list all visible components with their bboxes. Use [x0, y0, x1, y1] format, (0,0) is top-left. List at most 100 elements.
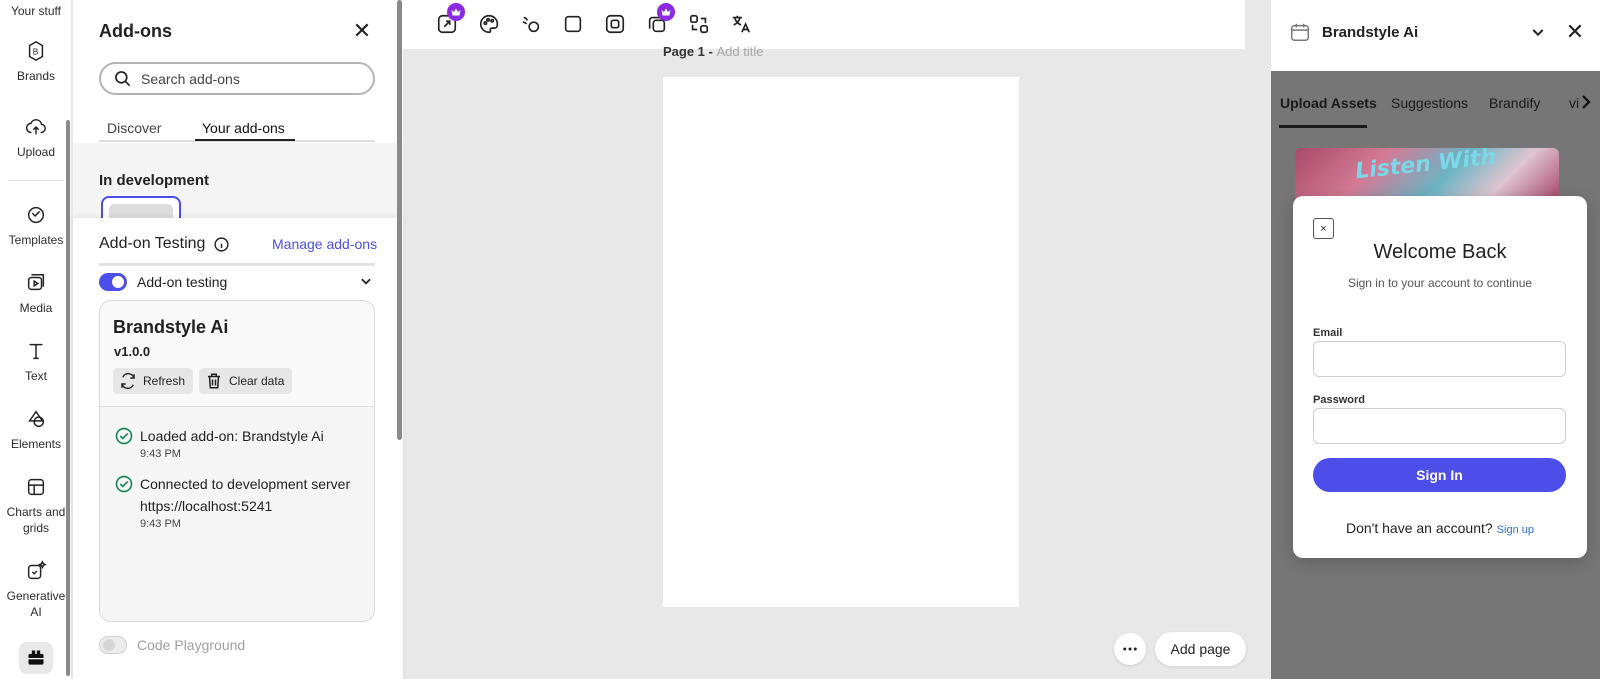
panel-header: Brandstyle Ai ✕: [1271, 0, 1600, 71]
rail-scrollbar[interactable]: [66, 120, 70, 676]
panel-scrollbar[interactable]: [397, 0, 402, 440]
translate-tool-button[interactable]: [729, 12, 753, 36]
rail-label: Text: [24, 369, 47, 383]
rail-text[interactable]: Text: [0, 340, 72, 384]
elements-icon: [28, 410, 45, 428]
log-time: 9:43 PM: [140, 518, 181, 530]
rail-generative-ai[interactable]: Generative AI: [0, 560, 72, 620]
clear-data-button[interactable]: Clear data: [199, 368, 293, 394]
rail-media[interactable]: Media: [0, 272, 72, 316]
signup-link[interactable]: Sign up: [1497, 524, 1534, 536]
log-message: Connected to development server: [140, 476, 351, 492]
addon-app-icon: [1291, 23, 1309, 41]
chevron-down-icon[interactable]: [359, 274, 373, 288]
code-playground-label: Code Playground: [137, 637, 246, 653]
tab-upload-assets[interactable]: Upload Assets: [1280, 95, 1377, 111]
palette-icon: [480, 14, 499, 34]
addon-tabs: Upload Assets Suggestions Brandify vi: [1271, 71, 1600, 128]
active-tab-indicator: [1279, 125, 1367, 128]
replace-tool-button[interactable]: [687, 12, 711, 36]
email-label: Email: [1313, 327, 1343, 339]
templates-icon: [27, 206, 45, 224]
shape-tool-button[interactable]: [561, 12, 585, 36]
manage-addons-link[interactable]: Manage add-ons: [272, 236, 377, 252]
rail-label: Elements: [10, 437, 62, 451]
close-icon[interactable]: ✕: [351, 18, 373, 43]
trash-icon: [208, 373, 220, 389]
page-title-placeholder[interactable]: Add title: [716, 44, 763, 59]
square-icon: [564, 15, 582, 33]
animate-icon: [522, 16, 540, 33]
mask-tool-button[interactable]: [603, 12, 627, 36]
addon-card: Brandstyle Ai v1.0.0 Refresh Clear data …: [99, 300, 375, 622]
rail-templates[interactable]: Templates: [0, 204, 72, 248]
top-toolbar: [403, 0, 1245, 49]
email-field[interactable]: [1313, 341, 1566, 377]
modal-close-button[interactable]: ×: [1313, 218, 1334, 239]
rail-label: Media: [19, 301, 53, 315]
text-icon: [29, 343, 43, 360]
log-entry: Loaded add-on: Brandstyle Ai 9:43 PM: [114, 425, 324, 461]
refresh-button[interactable]: Refresh: [113, 368, 194, 394]
rail-your-stuff[interactable]: Your stuff: [0, 3, 72, 19]
addon-testing-section: Add-on Testing Manage add-ons Add-on tes…: [73, 218, 403, 679]
search-icon: [115, 70, 131, 86]
rail-label: Brands: [16, 69, 56, 83]
more-options-button[interactable]: [1114, 633, 1146, 665]
rail-elements[interactable]: Elements: [0, 408, 72, 452]
panel-title: Add-ons: [99, 21, 172, 41]
clear-data-label: Clear data: [229, 374, 285, 388]
chevron-down-icon[interactable]: [1530, 24, 1546, 40]
testing-title: Add-on Testing: [99, 235, 230, 253]
theme-tool-button[interactable]: [477, 12, 501, 36]
rail-label: Templates: [8, 233, 64, 247]
add-page-button[interactable]: Add page: [1155, 632, 1246, 666]
premium-crown-icon: [657, 3, 675, 21]
info-icon[interactable]: [213, 236, 230, 253]
translate-icon: [732, 15, 751, 33]
addon-testing-toggle[interactable]: [99, 273, 127, 291]
tab-brandify[interactable]: Brandify: [1489, 95, 1540, 111]
rail-divider: [8, 180, 64, 181]
page-label[interactable]: Page 1 - Add title: [663, 44, 763, 59]
search-placeholder: Search add-ons: [141, 70, 240, 87]
rail-label: Your stuff: [10, 4, 62, 18]
brands-icon: B: [28, 40, 44, 62]
rail-charts-grids[interactable]: Charts and grids: [0, 476, 72, 536]
signin-button[interactable]: Sign In: [1313, 458, 1566, 492]
rail-label: Upload: [16, 145, 56, 159]
log-entry: Connected to development server https://…: [114, 473, 350, 531]
mask-icon: [605, 14, 625, 34]
media-icon: [27, 274, 45, 291]
rail-brands[interactable]: B Brands: [0, 40, 72, 84]
section-title: In development: [99, 172, 210, 189]
swap-icon: [689, 14, 709, 34]
tab-your-addons[interactable]: Your add-ons: [202, 120, 285, 136]
close-icon[interactable]: ✕: [1564, 19, 1586, 44]
modal-title: Welcome Back: [1373, 241, 1507, 263]
signup-prompt: Don't have an account?: [1346, 520, 1493, 536]
tab-discover[interactable]: Discover: [107, 120, 161, 136]
generative-ai-icon: [27, 560, 47, 580]
check-circle-icon: [115, 475, 133, 493]
in-development-section: In development: [73, 143, 403, 226]
addons-rail-button[interactable]: [19, 642, 53, 674]
premium-crown-icon: [447, 3, 465, 21]
addons-tabs: Discover Your add-ons: [99, 112, 375, 142]
search-input[interactable]: Search add-ons: [99, 62, 375, 95]
artboard-page[interactable]: [663, 77, 1019, 607]
addons-panel: Add-ons ✕ Search add-ons Discover Your a…: [73, 0, 403, 679]
chevron-right-icon[interactable]: [1577, 92, 1595, 112]
charts-grids-icon: [27, 478, 45, 496]
refresh-label: Refresh: [143, 374, 186, 388]
animate-tool-button[interactable]: [519, 12, 543, 36]
log-detail: https://localhost:5241: [140, 498, 273, 514]
tab-suggestions[interactable]: Suggestions: [1391, 95, 1468, 111]
modal-subtitle: Sign in to your account to continue: [1347, 276, 1533, 290]
log-message: Loaded add-on: Brandstyle Ai: [140, 428, 324, 444]
code-playground-toggle[interactable]: [99, 636, 127, 654]
upload-icon: [25, 119, 46, 135]
rail-upload[interactable]: Upload: [0, 116, 72, 160]
password-field[interactable]: [1313, 408, 1566, 444]
toggle-label: Add-on testing: [137, 274, 228, 290]
